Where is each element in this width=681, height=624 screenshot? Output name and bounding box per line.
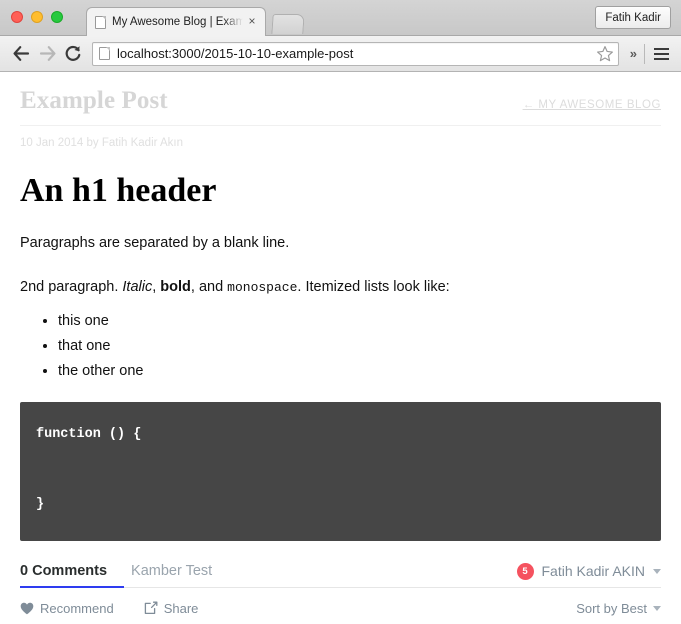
- back-button[interactable]: [8, 41, 34, 67]
- sort-dropdown[interactable]: Sort by Best: [576, 601, 661, 616]
- tab-comments-count[interactable]: 0 Comments: [20, 563, 107, 579]
- chevron-down-icon: [653, 605, 661, 611]
- heart-icon: [20, 602, 34, 615]
- share-icon: [144, 601, 158, 615]
- profile-button[interactable]: Fatih Kadir: [595, 6, 671, 29]
- minimize-window-button[interactable]: [31, 11, 43, 23]
- site-header: Example Post ← MY AWESOME BLOG: [20, 73, 661, 126]
- paragraph-2: 2nd paragraph. Italic, bold, and monospa…: [20, 278, 661, 298]
- disqus-user-menu[interactable]: 5 Fatih Kadir AKIN: [516, 562, 661, 580]
- tab-strip: My Awesome Blog | Exampl × Fatih Kadir: [0, 0, 681, 36]
- bookmark-star-icon[interactable]: [596, 45, 614, 63]
- tab-close-icon[interactable]: ×: [245, 15, 259, 29]
- maximize-window-button[interactable]: [51, 11, 63, 23]
- list-item: this one: [58, 313, 661, 329]
- paragraph-2-sep-2: , and: [190, 278, 228, 295]
- page-content: Example Post ← MY AWESOME BLOG 10 Jan 20…: [0, 73, 681, 624]
- tab-forum-name[interactable]: Kamber Test: [131, 563, 212, 579]
- disqus-user-name: Fatih Kadir AKIN: [541, 563, 646, 579]
- post-meta: 10 Jan 2014 by Fatih Kadir Akın: [20, 137, 184, 149]
- disqus-comments-widget: 0 Comments Kamber Test 5 Fatih Kadir AKI…: [20, 562, 661, 624]
- comment-compose-row: [20, 616, 661, 624]
- chevron-down-icon[interactable]: [653, 568, 661, 574]
- share-button[interactable]: Share: [144, 600, 199, 616]
- back-to-blog-link[interactable]: ← MY AWESOME BLOG: [523, 99, 661, 111]
- list-item: the other one: [58, 363, 661, 379]
- recommend-label: Recommend: [40, 600, 114, 616]
- notification-badge[interactable]: 5: [516, 562, 534, 580]
- paragraph-1: Paragraphs are separated by a blank line…: [20, 235, 290, 252]
- recommend-button[interactable]: Recommend: [20, 601, 114, 616]
- paragraph-2-italic: Italic: [122, 278, 153, 295]
- forward-button: [34, 41, 60, 67]
- new-tab-button[interactable]: [271, 14, 305, 34]
- list-item: that one: [58, 338, 661, 354]
- browser-toolbar: localhost:3000/2015-10-10-example-post »: [0, 36, 681, 72]
- overflow-chevron-icon[interactable]: »: [623, 46, 644, 61]
- browser-tab[interactable]: My Awesome Blog | Exampl ×: [86, 7, 266, 36]
- browser-window: My Awesome Blog | Exampl × Fatih Kadir l…: [0, 0, 681, 624]
- paragraph-2-prefix: 2nd paragraph.: [20, 278, 123, 295]
- code-block: function () { }: [20, 402, 661, 541]
- disqus-action-bar: Recommend Share Sort by Best: [20, 588, 661, 616]
- window-controls: [11, 11, 63, 23]
- paragraph-2-bold: bold: [160, 278, 191, 295]
- page-viewport: Example Post ← MY AWESOME BLOG 10 Jan 20…: [0, 73, 681, 624]
- paragraph-2-code: monospace: [227, 279, 298, 295]
- itemized-list: this one that one the other one: [20, 313, 661, 379]
- post-heading: An h1 header: [20, 172, 217, 209]
- disqus-header: 0 Comments Kamber Test 5 Fatih Kadir AKI…: [20, 562, 661, 588]
- hamburger-menu-icon[interactable]: [649, 42, 673, 66]
- tab-favicon-icon: [95, 15, 106, 29]
- page-info-icon[interactable]: [99, 47, 110, 60]
- tab-title: My Awesome Blog | Exampl: [112, 16, 243, 28]
- close-window-button[interactable]: [11, 11, 23, 23]
- site-title: Example Post: [20, 87, 168, 114]
- paragraph-2-suffix: . Itemized lists look like:: [297, 278, 450, 295]
- toolbar-divider: [644, 43, 645, 64]
- address-bar[interactable]: localhost:3000/2015-10-10-example-post: [92, 41, 619, 66]
- reload-button[interactable]: [60, 41, 86, 67]
- sort-label: Sort by Best: [576, 600, 647, 616]
- share-label: Share: [163, 600, 199, 616]
- url-text: localhost:3000/2015-10-10-example-post: [117, 46, 354, 61]
